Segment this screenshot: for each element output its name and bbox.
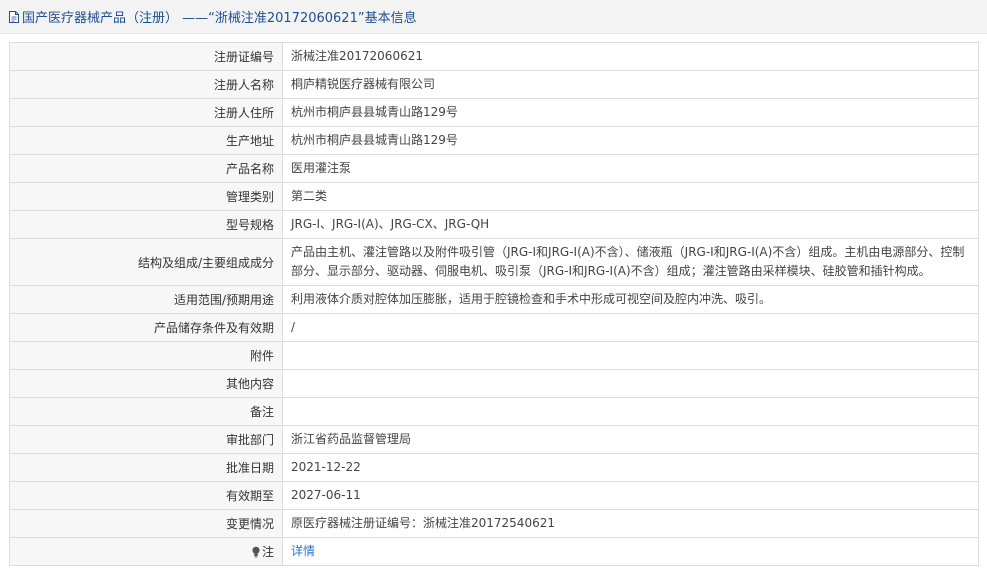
table-row: 注册人名称 桐庐精锐医疗器械有限公司	[9, 70, 979, 99]
details-link[interactable]: 详情	[291, 544, 315, 558]
row-value: 产品由主机、灌注管路以及附件吸引管（JRG-I和JRG-I(A)不含）、储液瓶（…	[282, 238, 979, 286]
table-row: 注册人住所 杭州市桐庐县县城青山路129号	[9, 98, 979, 127]
row-label: 注册证编号	[9, 42, 283, 71]
table-row: 批准日期 2021-12-22	[9, 453, 979, 482]
table-row: 产品名称 医用灌注泵	[9, 154, 979, 183]
row-label: 注	[261, 545, 274, 559]
table-row: 备注	[9, 397, 979, 426]
table-row: 有效期至 2027-06-11	[9, 481, 979, 510]
row-value: /	[282, 313, 979, 342]
row-value: 详情	[282, 537, 979, 566]
info-table: 注册证编号 浙械注准20172060621 注册人名称 桐庐精锐医疗器械有限公司…	[9, 42, 979, 566]
row-label: 注册人名称	[9, 70, 283, 99]
table-row: 审批部门 浙江省药品监督管理局	[9, 425, 979, 454]
row-value: 原医疗器械注册证编号：浙械注准20172540621	[282, 509, 979, 538]
page-title: 国产医疗器械产品（注册） ——“浙械注准20172060621”基本信息	[22, 11, 417, 26]
row-label: 适用范围/预期用途	[9, 285, 283, 314]
row-label: 变更情况	[9, 509, 283, 538]
row-value: 杭州市桐庐县县城青山路129号	[282, 126, 979, 155]
table-row: 生产地址 杭州市桐庐县县城青山路129号	[9, 126, 979, 155]
row-label: 型号规格	[9, 210, 283, 239]
row-value: 医用灌注泵	[282, 154, 979, 183]
table-row: 结构及组成/主要组成成分 产品由主机、灌注管路以及附件吸引管（JRG-I和JRG…	[9, 238, 979, 286]
table-row: 管理类别 第二类	[9, 182, 979, 211]
row-value: 浙江省药品监督管理局	[282, 425, 979, 454]
row-label: 批准日期	[9, 453, 283, 482]
table-row: 其他内容	[9, 369, 979, 398]
row-value: 第二类	[282, 182, 979, 211]
row-label: 生产地址	[9, 126, 283, 155]
note-label: 注	[9, 537, 283, 566]
page-header: 国产医疗器械产品（注册） ——“浙械注准20172060621”基本信息	[0, 0, 987, 34]
row-label: 产品名称	[9, 154, 283, 183]
row-label: 产品储存条件及有效期	[9, 313, 283, 342]
table-row: 附件	[9, 341, 979, 370]
table-row: 注 详情	[9, 537, 979, 566]
row-label: 管理类别	[9, 182, 283, 211]
row-label: 附件	[9, 341, 283, 370]
table-row: 型号规格 JRG-I、JRG-I(A)、JRG-CX、JRG-QH	[9, 210, 979, 239]
row-value: 利用液体介质对腔体加压膨胀，适用于腔镜检查和手术中形成可视空间及腔内冲洗、吸引。	[282, 285, 979, 314]
row-value: 浙械注准20172060621	[282, 42, 979, 71]
row-value	[282, 397, 979, 426]
row-label: 审批部门	[9, 425, 283, 454]
row-label: 其他内容	[9, 369, 283, 398]
row-label: 有效期至	[9, 481, 283, 510]
table-row: 注册证编号 浙械注准20172060621	[9, 42, 979, 71]
row-value: 2021-12-22	[282, 453, 979, 482]
row-label: 备注	[9, 397, 283, 426]
row-value: 2027-06-11	[282, 481, 979, 510]
row-value: JRG-I、JRG-I(A)、JRG-CX、JRG-QH	[282, 210, 979, 239]
table-row: 产品储存条件及有效期 /	[9, 313, 979, 342]
row-label: 结构及组成/主要组成成分	[9, 238, 283, 286]
row-value	[282, 369, 979, 398]
row-value: 桐庐精锐医疗器械有限公司	[282, 70, 979, 99]
table-row: 适用范围/预期用途 利用液体介质对腔体加压膨胀，适用于腔镜检查和手术中形成可视空…	[9, 285, 979, 314]
row-value	[282, 341, 979, 370]
row-label: 注册人住所	[9, 98, 283, 127]
document-icon	[8, 10, 20, 24]
table-row: 变更情况 原医疗器械注册证编号：浙械注准20172540621	[9, 509, 979, 538]
row-value: 杭州市桐庐县县城青山路129号	[282, 98, 979, 127]
lightbulb-icon	[251, 546, 261, 558]
